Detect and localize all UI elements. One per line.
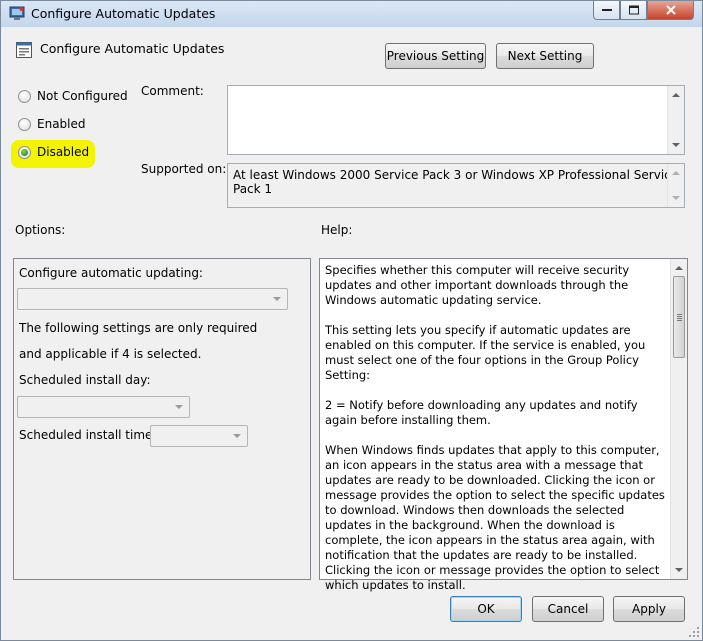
ok-button[interactable]: OK xyxy=(450,596,522,622)
supported-on-field: At least Windows 2000 Service Pack 3 or … xyxy=(227,163,685,208)
policy-window-icon xyxy=(9,6,25,21)
apply-button[interactable]: Apply xyxy=(613,596,685,622)
not-configured-option[interactable]: Not Configured xyxy=(18,87,128,105)
help-text: Specifies whether this computer will rec… xyxy=(325,263,670,608)
install-time-dropdown[interactable] xyxy=(150,425,248,447)
scroll-up-icon[interactable] xyxy=(672,171,680,175)
supported-on-label: Supported on: xyxy=(141,162,227,176)
minimize-icon xyxy=(601,9,612,11)
disabled-label: Disabled xyxy=(37,145,90,159)
policy-setting-icon xyxy=(15,41,33,59)
enabled-label: Enabled xyxy=(37,117,86,131)
configure-updating-dropdown[interactable] xyxy=(17,288,288,310)
window-title: Configure Automatic Updates xyxy=(31,6,216,21)
supported-scrollbar[interactable] xyxy=(667,164,684,207)
resize-grip-icon[interactable] xyxy=(688,626,700,638)
comment-label: Comment: xyxy=(141,84,204,98)
close-window-button[interactable] xyxy=(647,1,694,20)
disabled-radio[interactable] xyxy=(18,145,31,159)
help-scrollbar[interactable] xyxy=(670,259,687,579)
help-scroll-thumb[interactable] xyxy=(673,276,685,358)
comment-textarea[interactable] xyxy=(227,85,685,155)
help-paragraph: 2 = Notify before downloading any update… xyxy=(325,398,638,427)
disabled-option[interactable]: Disabled xyxy=(18,143,89,161)
enabled-option[interactable]: Enabled xyxy=(18,115,86,133)
not-configured-radio[interactable] xyxy=(18,89,31,103)
help-panel: Specifies whether this computer will rec… xyxy=(319,258,688,592)
note-line-1: The following settings are only required xyxy=(19,321,258,335)
install-day-label: Scheduled install day: xyxy=(19,373,151,387)
help-paragraph: Specifies whether this computer will rec… xyxy=(325,263,630,307)
title-bar[interactable]: Configure Automatic Updates xyxy=(1,1,702,27)
scroll-up-icon[interactable] xyxy=(675,266,683,270)
options-heading: Options: xyxy=(15,223,66,237)
scroll-up-icon[interactable] xyxy=(672,93,680,97)
configure-updating-label: Configure automatic updating: xyxy=(19,266,203,280)
comment-scrollbar[interactable] xyxy=(667,86,684,154)
cancel-button[interactable]: Cancel xyxy=(532,596,604,622)
chevron-down-icon xyxy=(175,405,183,409)
not-configured-label: Not Configured xyxy=(37,89,128,103)
dialog-window: Configure Automatic Updates Configure Au… xyxy=(0,0,703,641)
scroll-down-icon[interactable] xyxy=(675,568,683,572)
chevron-down-icon xyxy=(233,434,241,438)
chevron-down-icon xyxy=(273,297,281,301)
scroll-down-icon[interactable] xyxy=(672,196,680,200)
help-paragraph: When Windows finds updates that apply to… xyxy=(325,443,665,592)
enabled-radio[interactable] xyxy=(18,117,31,131)
maximize-icon xyxy=(628,5,639,15)
next-setting-button[interactable]: Next Setting xyxy=(496,43,594,69)
scroll-down-icon[interactable] xyxy=(672,143,680,147)
note-line-2: and applicable if 4 is selected. xyxy=(19,347,202,361)
install-day-dropdown[interactable] xyxy=(17,396,190,418)
close-icon xyxy=(665,5,676,15)
supported-on-value: At least Windows 2000 Service Pack 3 or … xyxy=(233,168,679,196)
help-paragraph: This setting lets you specify if automat… xyxy=(325,323,646,382)
options-panel: Configure automatic updating: The follow… xyxy=(13,258,311,580)
maximize-button[interactable] xyxy=(620,1,647,20)
help-heading: Help: xyxy=(321,223,353,237)
previous-setting-button[interactable]: Previous Setting xyxy=(385,43,486,69)
install-time-label: Scheduled install time: xyxy=(19,428,157,442)
policy-title: Configure Automatic Updates xyxy=(40,41,225,56)
minimize-button[interactable] xyxy=(593,1,620,20)
